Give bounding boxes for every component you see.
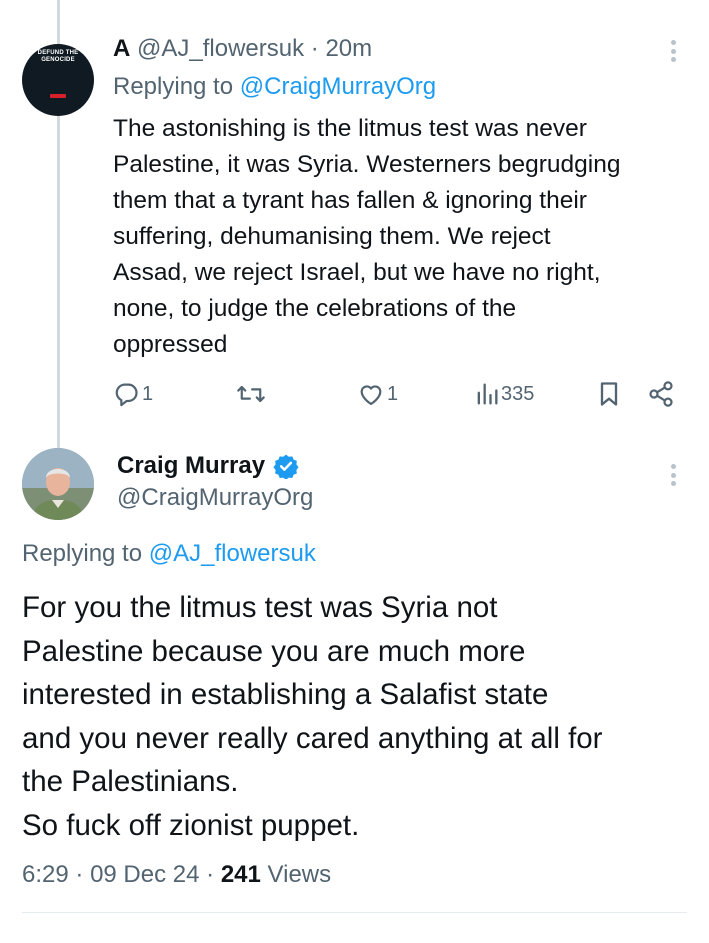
- main-display-name[interactable]: Craig Murray: [117, 452, 265, 480]
- reply-handle[interactable]: @AJ_flowersuk: [137, 35, 304, 62]
- reply-separator: ·: [310, 35, 319, 62]
- tweet-time[interactable]: 6:29: [22, 861, 69, 888]
- main-author-avatar[interactable]: [22, 448, 94, 520]
- tweet-meta: 6:29 · 09 Dec 24 · 241 Views: [22, 858, 331, 892]
- views-button[interactable]: 335: [475, 378, 534, 410]
- verified-badge-icon[interactable]: [273, 453, 299, 480]
- reply-time[interactable]: 20m: [325, 35, 372, 62]
- reply-icon: [112, 380, 140, 408]
- main-replying-to: Replying to @AJ_flowersuk: [22, 539, 316, 569]
- heart-icon: [357, 380, 385, 408]
- more-vertical-icon[interactable]: [671, 464, 677, 490]
- main-tweet-text: For you the litmus test was Syria not Pa…: [22, 591, 603, 842]
- reply-display-name[interactable]: A: [113, 35, 130, 62]
- main-name-row: Craig Murray: [117, 450, 299, 482]
- retweet-icon: [236, 380, 266, 408]
- reply-header: A @AJ_flowersuk · 20m: [113, 34, 372, 64]
- like-button[interactable]: 1: [357, 378, 398, 410]
- reply-count: 1: [142, 382, 154, 405]
- share-icon: [647, 380, 675, 408]
- reply-tweet-text: The astonishing is the litmus test was n…: [113, 115, 621, 358]
- reply-replying-to: Replying to @CraigMurrayOrg: [113, 72, 436, 102]
- main-views-count: 241: [220, 861, 261, 888]
- retweet-button[interactable]: [236, 378, 268, 410]
- bookmark-button[interactable]: [597, 378, 621, 410]
- more-vertical-icon[interactable]: [671, 40, 677, 66]
- replying-prefix: Replying to: [22, 540, 143, 567]
- replying-to-link[interactable]: @CraigMurrayOrg: [240, 73, 436, 100]
- main-handle[interactable]: @CraigMurrayOrg: [117, 483, 313, 513]
- replying-to-link[interactable]: @AJ_flowersuk: [149, 540, 316, 567]
- avatar-red-button: [50, 94, 66, 98]
- meta-separator: ·: [206, 861, 215, 888]
- share-button[interactable]: [647, 378, 675, 410]
- reply-button[interactable]: 1: [112, 378, 153, 410]
- reply-action-bar: 1 1 335: [0, 378, 709, 410]
- divider: [22, 912, 687, 913]
- views-chart-icon: [475, 380, 499, 408]
- views-count: 335: [501, 382, 535, 405]
- meta-separator: ·: [75, 861, 84, 888]
- replying-prefix: Replying to: [113, 73, 234, 100]
- bookmark-icon: [597, 380, 621, 408]
- reply-author-avatar[interactable]: DEFUND THE GENOCIDE: [22, 44, 94, 116]
- avatar-logo-text: DEFUND THE GENOCIDE: [37, 50, 79, 63]
- like-count: 1: [387, 382, 399, 405]
- tweet-date[interactable]: 09 Dec 24: [90, 861, 199, 888]
- views-label: Views: [267, 861, 332, 888]
